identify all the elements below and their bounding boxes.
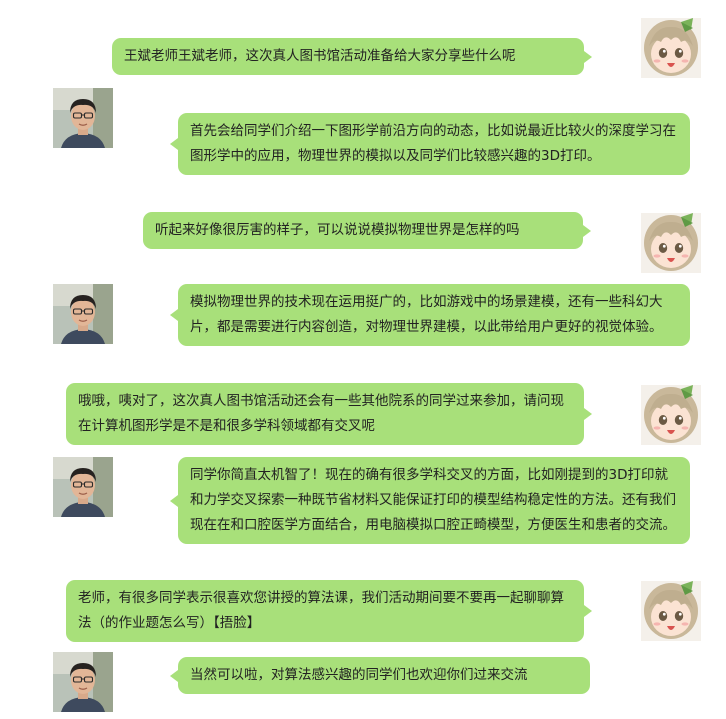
message-text: 听起来好像很厉害的样子，可以说说模拟物理世界是怎样的吗 (155, 222, 520, 238)
message-text: 同学你简直太机智了！现在的确有很多学科交叉的方面，比如刚提到的3D打印就和力学交… (190, 467, 676, 533)
message-bubble-teacher: 首先会给同学们介绍一下图形学前沿方向的动态，比如说最近比较火的深度学习在图形学中… (170, 113, 690, 175)
anime-girl-icon (641, 385, 701, 445)
teacher-avatar (53, 457, 113, 517)
teacher-photo-icon (53, 88, 113, 148)
message-text: 哦哦，咦对了，这次真人图书馆活动还会有一些其他院系的同学过来参加，请问现在计算机… (78, 393, 564, 434)
teacher-avatar (53, 88, 113, 148)
anime-girl-icon (641, 213, 701, 273)
message-bubble-student: 哦哦，咦对了，这次真人图书馆活动还会有一些其他院系的同学过来参加，请问现在计算机… (66, 383, 592, 445)
student-avatar (641, 213, 701, 273)
message-text: 当然可以啦，对算法感兴趣的同学们也欢迎你们过来交流 (190, 667, 528, 683)
teacher-photo-icon (53, 652, 113, 712)
message-bubble-teacher: 模拟物理世界的技术现在运用挺广的，比如游戏中的场景建模，还有一些科幻大片，都是需… (170, 284, 690, 346)
message-bubble-student: 王斌老师王斌老师，这次真人图书馆活动准备给大家分享些什么呢 (112, 38, 592, 75)
student-avatar (641, 581, 701, 641)
student-avatar (641, 18, 701, 78)
teacher-avatar (53, 284, 113, 344)
message-text: 首先会给同学们介绍一下图形学前沿方向的动态，比如说最近比较火的深度学习在图形学中… (190, 123, 676, 164)
student-avatar (641, 385, 701, 445)
message-text: 模拟物理世界的技术现在运用挺广的，比如游戏中的场景建模，还有一些科幻大片，都是需… (190, 294, 663, 335)
teacher-photo-icon (53, 457, 113, 517)
teacher-photo-icon (53, 284, 113, 344)
teacher-avatar (53, 652, 113, 712)
message-bubble-teacher: 同学你简直太机智了！现在的确有很多学科交叉的方面，比如刚提到的3D打印就和力学交… (170, 457, 690, 544)
message-bubble-teacher: 当然可以啦，对算法感兴趣的同学们也欢迎你们过来交流 (170, 657, 590, 694)
anime-girl-icon (641, 18, 701, 78)
anime-girl-icon (641, 581, 701, 641)
message-bubble-student: 听起来好像很厉害的样子，可以说说模拟物理世界是怎样的吗 (143, 212, 591, 249)
message-bubble-student: 老师，有很多同学表示很喜欢您讲授的算法课，我们活动期间要不要再一起聊聊算法（的作… (66, 580, 592, 642)
message-text: 王斌老师王斌老师，这次真人图书馆活动准备给大家分享些什么呢 (124, 48, 516, 64)
message-text: 老师，有很多同学表示很喜欢您讲授的算法课，我们活动期间要不要再一起聊聊算法（的作… (78, 590, 564, 631)
